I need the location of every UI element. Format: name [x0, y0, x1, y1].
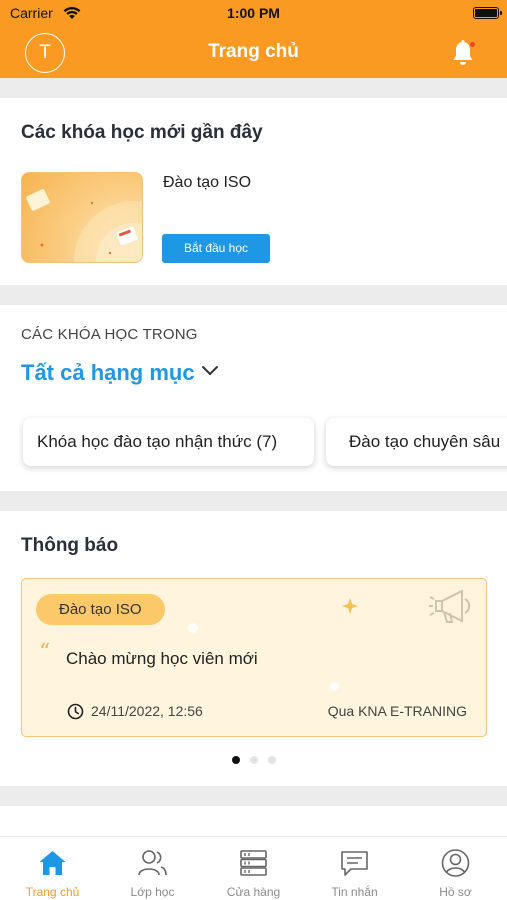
pagination-dot[interactable]: [231, 756, 240, 764]
start-learning-button[interactable]: Bắt đầu học: [162, 234, 270, 263]
course-illustration: [26, 189, 142, 262]
course-thumbnail[interactable]: [21, 172, 143, 263]
tab-classes-label: Lớp học: [130, 885, 175, 899]
battery-icon: [473, 7, 502, 19]
status-time: 1:00 PM: [227, 5, 280, 21]
users-icon: [138, 850, 167, 876]
bottom-tab-bar: Trang chủ Lớp học Cửa hàng Tin nhắn Hồ s…: [0, 836, 507, 900]
notification-source: Qua KNA E-TRANING: [327, 703, 467, 719]
notification-card[interactable]: Đào tạo ISO “ Chào mừng học viên mới 24/…: [21, 578, 487, 737]
tab-home[interactable]: Trang chủ: [2, 837, 103, 900]
tab-profile[interactable]: Hồ sơ: [405, 837, 506, 900]
notification-datetime: 24/11/2022, 12:56: [91, 703, 203, 719]
page-title: Trang chủ: [208, 41, 299, 62]
home-icon: [39, 851, 66, 875]
tab-classes[interactable]: Lớp học: [102, 837, 203, 900]
category-dropdown[interactable]: Tất cả hạng mục: [21, 360, 195, 386]
quote-icon: “: [39, 640, 51, 665]
tab-messages[interactable]: Tin nhắn: [304, 837, 405, 900]
category-chip[interactable]: Đào tạo chuyên sâu: [326, 418, 507, 466]
notification-message: Chào mừng học viên mới: [66, 649, 258, 668]
notification-tag: Đào tạo ISO: [36, 594, 165, 625]
megaphone-icon: [429, 589, 471, 623]
carousel-pagination: [0, 751, 507, 769]
pagination-dot[interactable]: [249, 756, 258, 764]
course-name[interactable]: Đào tạo ISO: [163, 174, 251, 192]
store-icon: [240, 850, 267, 876]
pagination-dot[interactable]: [267, 756, 276, 764]
notification-badge: [469, 41, 476, 48]
tab-store-label: Cửa hàng: [226, 885, 281, 899]
tab-store[interactable]: Cửa hàng: [203, 837, 304, 900]
profile-icon: [441, 849, 470, 877]
message-icon: [341, 851, 368, 876]
tab-home-label: Trang chủ: [25, 885, 80, 899]
tab-messages-label: Tin nhắn: [331, 885, 378, 899]
recent-courses-title: Các khóa học mới gần đây: [21, 122, 263, 143]
star-decoration-icon: [342, 598, 358, 614]
status-bar: Carrier 1:00 PM: [0, 0, 507, 28]
tab-profile-label: Hồ sơ: [439, 885, 472, 899]
category-chip[interactable]: Khóa học đào tạo nhận thức (7): [23, 418, 314, 466]
chevron-down-icon[interactable]: [201, 364, 219, 376]
categories-caption: CÁC KHÓA HỌC TRONG: [21, 326, 198, 343]
notifications-title: Thông báo: [21, 535, 119, 556]
clock-icon: [67, 703, 84, 720]
app-header: Carrier 1:00 PM T Trang chủ: [0, 0, 507, 78]
